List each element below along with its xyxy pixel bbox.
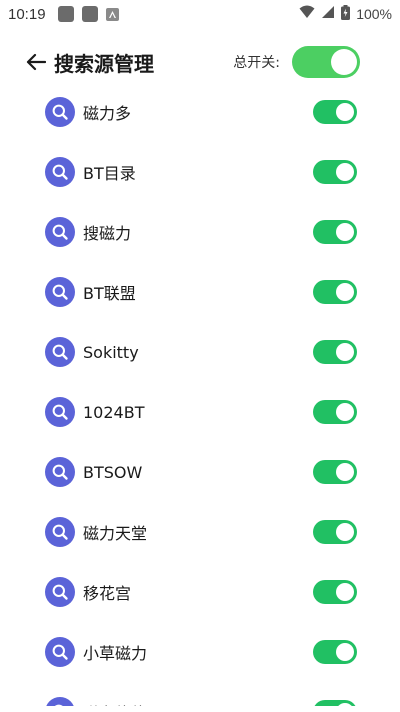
source-toggle[interactable] bbox=[313, 580, 357, 604]
notification-app-icon bbox=[57, 6, 74, 22]
toggle-knob bbox=[336, 343, 354, 361]
header-bar: 搜索源管理 总开关: bbox=[0, 40, 400, 84]
search-icon bbox=[45, 577, 75, 607]
status-indicators: 100% bbox=[299, 4, 392, 24]
master-toggle[interactable] bbox=[292, 46, 360, 78]
toggle-knob bbox=[336, 583, 354, 601]
source-name: 磁力多 bbox=[83, 104, 132, 123]
battery-percent: 100% bbox=[356, 6, 392, 22]
source-toggle[interactable] bbox=[313, 520, 357, 544]
toggle-knob bbox=[336, 103, 354, 121]
toggle-knob bbox=[336, 283, 354, 301]
back-button[interactable] bbox=[18, 44, 54, 80]
master-switch-group: 总开关: bbox=[233, 46, 360, 78]
back-arrow-icon bbox=[26, 53, 46, 71]
source-row: 磁力天堂 bbox=[0, 502, 400, 562]
source-toggle[interactable] bbox=[313, 160, 357, 184]
toggle-knob bbox=[331, 49, 357, 75]
toggle-knob bbox=[336, 403, 354, 421]
source-name: 1024BT bbox=[83, 402, 145, 422]
source-row: BT目录 bbox=[0, 142, 400, 202]
source-row: 搜磁力 bbox=[0, 202, 400, 262]
wifi-icon bbox=[299, 5, 315, 23]
signal-icon bbox=[321, 5, 335, 23]
notification-app-icon bbox=[81, 6, 98, 22]
status-bar: 10:19 100% bbox=[0, 0, 400, 28]
source-name: BTSOW bbox=[83, 462, 143, 482]
search-icon bbox=[45, 397, 75, 427]
source-toggle[interactable] bbox=[313, 100, 357, 124]
toggle-knob bbox=[336, 163, 354, 181]
source-toggle[interactable] bbox=[313, 460, 357, 484]
source-toggle[interactable] bbox=[313, 400, 357, 424]
search-icon bbox=[45, 277, 75, 307]
source-name: BT目录 bbox=[83, 164, 136, 183]
search-icon bbox=[45, 217, 75, 247]
source-name: 搜磁力 bbox=[83, 224, 132, 243]
source-row: 1024BT bbox=[0, 382, 400, 442]
page-title: 搜索源管理 bbox=[54, 51, 154, 76]
source-toggle[interactable] bbox=[313, 220, 357, 244]
search-icon bbox=[45, 157, 75, 187]
source-name: 磁力天堂 bbox=[83, 524, 148, 543]
search-icon bbox=[45, 337, 75, 367]
source-row: Sokitty bbox=[0, 322, 400, 382]
battery-icon bbox=[341, 4, 351, 24]
source-name: 小草磁力 bbox=[83, 644, 148, 663]
search-icon bbox=[45, 517, 75, 547]
source-row: 小草磁力 bbox=[0, 622, 400, 682]
source-toggle[interactable] bbox=[313, 280, 357, 304]
source-row: 移花宫 bbox=[0, 562, 400, 622]
toggle-knob bbox=[336, 463, 354, 481]
toggle-knob bbox=[336, 223, 354, 241]
source-toggle[interactable] bbox=[313, 640, 357, 664]
source-row: BTSOW bbox=[0, 442, 400, 502]
bottom-edge bbox=[0, 706, 400, 712]
toggle-knob bbox=[336, 643, 354, 661]
search-icon bbox=[45, 457, 75, 487]
source-name: 移花宫 bbox=[83, 584, 132, 603]
master-switch-label: 总开关: bbox=[233, 55, 280, 71]
source-list: 磁力多 BT目录搜磁力 BT联盟 Sokitty 1024BT BTSOW 磁力天堂移花宫小… bbox=[0, 82, 400, 712]
search-icon bbox=[45, 637, 75, 667]
source-name: Sokitty bbox=[83, 342, 139, 362]
source-name: BT联盟 bbox=[83, 284, 136, 303]
status-time: 10:19 bbox=[8, 5, 46, 23]
notification-a-icon bbox=[105, 7, 119, 21]
source-row: BT联盟 bbox=[0, 262, 400, 322]
source-row: 磁力多 bbox=[0, 82, 400, 142]
search-icon bbox=[45, 97, 75, 127]
toggle-knob bbox=[336, 523, 354, 541]
source-toggle[interactable] bbox=[313, 340, 357, 364]
